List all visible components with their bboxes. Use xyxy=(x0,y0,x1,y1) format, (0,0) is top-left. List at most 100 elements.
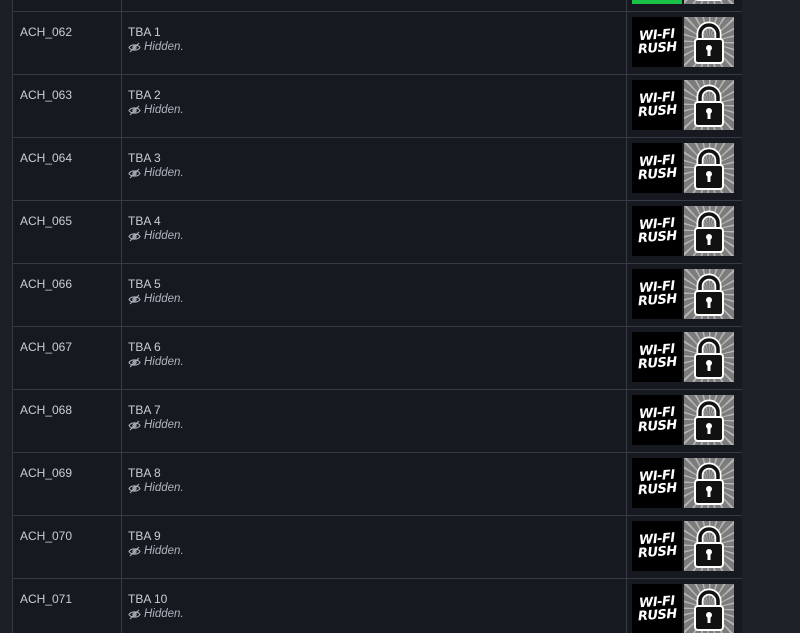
padlock-graphic xyxy=(684,206,734,256)
achievement-name: TBA 1 xyxy=(128,25,161,39)
achievements-table: ACH_062 TBA 1 Hidden. WI-FI RUSH ACH_063 … xyxy=(12,0,744,633)
hidden-label: Hidden. xyxy=(144,293,184,305)
wifi-rush-logo-icon: WI-FI RUSH xyxy=(632,269,682,319)
achievement-icons: WI-FI RUSH xyxy=(627,516,743,578)
hidden-status: Hidden. xyxy=(128,356,626,368)
achievement-icons: WI-FI RUSH xyxy=(627,138,743,200)
hidden-status: Hidden. xyxy=(128,482,626,494)
eye-slash-icon xyxy=(128,357,141,367)
achievement-name: TBA 6 xyxy=(128,340,161,354)
achievement-icons: WI-FI RUSH xyxy=(627,75,743,137)
hidden-status: Hidden. xyxy=(128,230,626,242)
hidden-label: Hidden. xyxy=(144,608,184,620)
achievement-icons: WI-FI RUSH xyxy=(627,264,743,326)
achievement-name-cell: TBA 10 Hidden. xyxy=(122,579,627,633)
achievement-name-cell: TBA 5 Hidden. xyxy=(122,264,627,326)
achievement-icons: WI-FI RUSH xyxy=(627,327,743,389)
padlock-icon xyxy=(684,458,734,508)
wifi-rush-logo-icon: WI-FI RUSH xyxy=(632,332,682,382)
eye-slash-icon xyxy=(128,609,141,619)
hidden-label: Hidden. xyxy=(144,41,184,53)
achievement-icons: WI-FI RUSH xyxy=(627,390,743,452)
achievement-name-cell: TBA 2 Hidden. xyxy=(122,75,627,137)
hidden-label: Hidden. xyxy=(144,419,184,431)
padlock-graphic xyxy=(684,17,734,67)
padlock-graphic xyxy=(684,80,734,130)
padlock-icon xyxy=(684,395,734,445)
padlock-icon xyxy=(684,17,734,67)
padlock-icon xyxy=(684,206,734,256)
table-row: ACH_069 TBA 8 Hidden. WI-FI RUSH xyxy=(13,452,743,515)
achievement-name-cell: TBA 4 Hidden. xyxy=(122,201,627,263)
hidden-status: Hidden. xyxy=(128,545,626,557)
wifi-rush-logo-icon: WI-FI RUSH xyxy=(632,80,682,130)
achievement-name: TBA 4 xyxy=(128,214,161,228)
eye-slash-icon xyxy=(128,546,141,556)
wifi-rush-logo-icon: WI-FI RUSH xyxy=(632,395,682,445)
achievement-unlocked-icon xyxy=(632,0,682,4)
padlock-graphic xyxy=(684,143,734,193)
achievement-name: TBA 7 xyxy=(128,403,161,417)
achievement-id: ACH_069 xyxy=(13,453,122,515)
padlock-graphic xyxy=(684,395,734,445)
wifi-rush-logo-icon: WI-FI RUSH xyxy=(632,206,682,256)
achievement-name: TBA 9 xyxy=(128,529,161,543)
eye-slash-icon xyxy=(128,294,141,304)
achievement-id: ACH_065 xyxy=(13,201,122,263)
wifi-rush-logo-icon: WI-FI RUSH xyxy=(632,143,682,193)
padlock-graphic xyxy=(684,332,734,382)
achievement-id xyxy=(13,0,122,11)
eye-slash-icon xyxy=(128,420,141,430)
hidden-label: Hidden. xyxy=(144,167,184,179)
hidden-status: Hidden. xyxy=(128,419,626,431)
table-row: ACH_071 TBA 10 Hidden. WI-FI RUSH xyxy=(13,578,743,633)
hidden-status: Hidden. xyxy=(128,608,626,620)
achievement-name: TBA 3 xyxy=(128,151,161,165)
achievement-icons: WI-FI RUSH xyxy=(627,579,743,633)
table-row: ACH_067 TBA 6 Hidden. WI-FI RUSH xyxy=(13,326,743,389)
wifi-rush-logo-icon: WI-FI RUSH xyxy=(632,584,682,633)
wifi-rush-logo-icon: WI-FI RUSH xyxy=(632,17,682,67)
achievement-name: TBA 8 xyxy=(128,466,161,480)
eye-slash-icon xyxy=(128,105,141,115)
table-row: ACH_063 TBA 2 Hidden. WI-FI RUSH xyxy=(13,74,743,137)
padlock-graphic xyxy=(684,458,734,508)
hidden-label: Hidden. xyxy=(144,545,184,557)
achievement-name-cell: TBA 8 Hidden. xyxy=(122,453,627,515)
achievement-name-cell: TBA 3 Hidden. xyxy=(122,138,627,200)
achievement-name: TBA 10 xyxy=(128,592,168,606)
table-row xyxy=(13,0,743,11)
wifi-rush-logo-icon: WI-FI RUSH xyxy=(632,458,682,508)
achievement-icons: WI-FI RUSH xyxy=(627,453,743,515)
achievements-page: ACH_062 TBA 1 Hidden. WI-FI RUSH ACH_063 … xyxy=(0,0,800,633)
table-row: ACH_064 TBA 3 Hidden. WI-FI RUSH xyxy=(13,137,743,200)
achievement-id: ACH_064 xyxy=(13,138,122,200)
hidden-status: Hidden. xyxy=(128,293,626,305)
hidden-label: Hidden. xyxy=(144,482,184,494)
achievement-name: TBA 2 xyxy=(128,88,161,102)
hidden-label: Hidden. xyxy=(144,230,184,242)
eye-slash-icon xyxy=(128,168,141,178)
padlock-graphic xyxy=(684,584,734,633)
padlock-graphic xyxy=(684,521,734,571)
hidden-label: Hidden. xyxy=(144,356,184,368)
achievement-name-cell: TBA 6 Hidden. xyxy=(122,327,627,389)
table-row: ACH_062 TBA 1 Hidden. WI-FI RUSH xyxy=(13,11,743,74)
hidden-status: Hidden. xyxy=(128,167,626,179)
table-row: ACH_068 TBA 7 Hidden. WI-FI RUSH xyxy=(13,389,743,452)
hidden-status: Hidden. xyxy=(128,41,626,53)
padlock-icon xyxy=(684,521,734,571)
eye-slash-icon xyxy=(128,231,141,241)
padlock-icon xyxy=(684,332,734,382)
table-row: ACH_066 TBA 5 Hidden. WI-FI RUSH xyxy=(13,263,743,326)
eye-slash-icon xyxy=(128,483,141,493)
achievement-name: TBA 5 xyxy=(128,277,161,291)
achievement-id: ACH_068 xyxy=(13,390,122,452)
achievement-icons: WI-FI RUSH xyxy=(627,12,743,74)
achievement-locked-icon xyxy=(684,0,734,4)
achievement-id: ACH_067 xyxy=(13,327,122,389)
achievement-icons xyxy=(627,0,743,11)
padlock-icon xyxy=(684,143,734,193)
wifi-rush-logo-icon: WI-FI RUSH xyxy=(632,521,682,571)
achievement-id: ACH_062 xyxy=(13,12,122,74)
